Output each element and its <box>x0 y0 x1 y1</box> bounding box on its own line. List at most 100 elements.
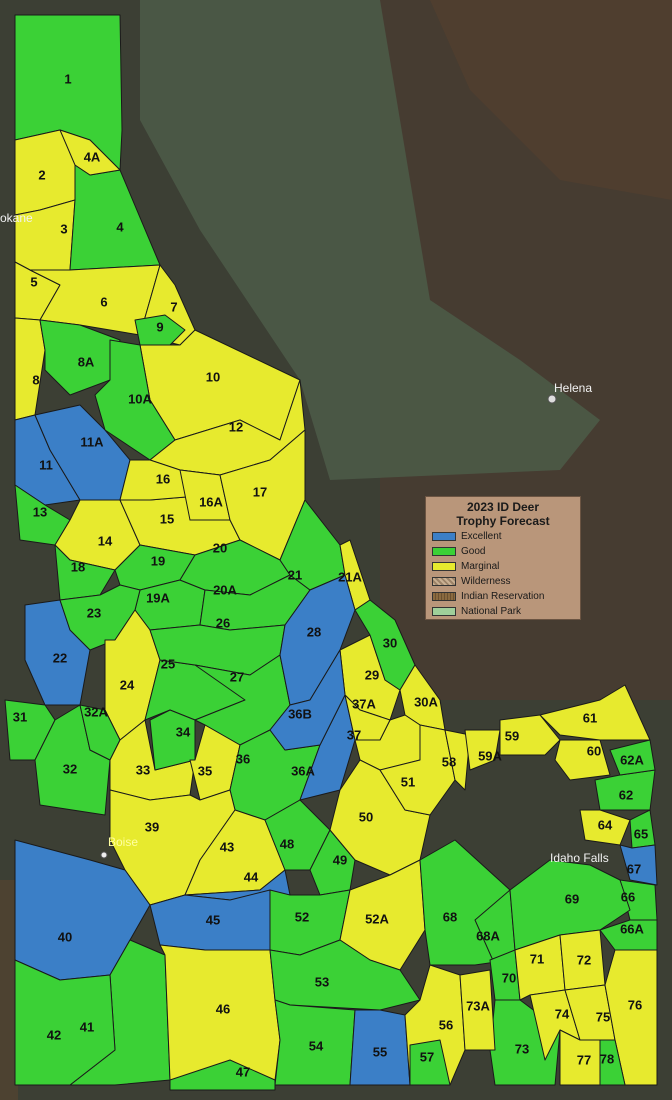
unit-2-label: 2 <box>38 167 45 182</box>
unit-58-label: 58 <box>442 754 456 769</box>
unit-39-label: 39 <box>145 819 159 834</box>
unit-33-label: 33 <box>136 762 150 777</box>
unit-56-label: 56 <box>439 1017 453 1032</box>
unit-23-label: 23 <box>87 605 101 620</box>
unit-35-label: 35 <box>198 763 212 778</box>
city-boise: Boise <box>108 835 138 849</box>
city-spokane: okane <box>0 211 33 225</box>
unit-11-label: 11 <box>39 457 53 472</box>
unit-70-label: 70 <box>502 970 516 985</box>
legend-label-excellent: Excellent <box>461 530 502 542</box>
unit-1-label: 1 <box>64 71 71 86</box>
unit-26-label: 26 <box>216 615 230 630</box>
unit-16a-label: 16A <box>199 494 223 509</box>
unit-19a-label: 19A <box>146 590 170 605</box>
unit-72-label: 72 <box>577 952 591 967</box>
unit-52a-label: 52A <box>365 911 389 926</box>
unit-60-label: 60 <box>587 743 601 758</box>
unit-68a-label: 68A <box>476 928 500 943</box>
legend-label-marginal: Marginal <box>461 560 500 572</box>
unit-52-label: 52 <box>295 909 309 924</box>
unit-19-label: 19 <box>151 553 165 568</box>
unit-9-label: 9 <box>156 319 163 334</box>
unit-14-label: 14 <box>98 533 113 548</box>
unit-68-label: 68 <box>443 909 457 924</box>
unit-77-label: 77 <box>577 1052 591 1067</box>
unit-29-label: 29 <box>365 667 379 682</box>
unit-34-label: 34 <box>176 724 191 739</box>
unit-16-label: 16 <box>156 471 170 486</box>
unit-74-label: 74 <box>555 1006 570 1021</box>
unit-53-label: 53 <box>315 974 329 989</box>
unit-61-label: 61 <box>583 710 597 725</box>
legend-label-national-park: National Park <box>461 605 522 617</box>
unit-44-label: 44 <box>244 869 259 884</box>
unit-59a-label: 59A <box>478 748 502 763</box>
unit-36b-label: 36B <box>288 706 312 721</box>
unit-51-label: 51 <box>401 774 415 789</box>
legend-item-excellent: Excellent <box>432 529 574 543</box>
unit-73a-label: 73A <box>466 998 490 1013</box>
unit-24-label: 24 <box>120 677 135 692</box>
unit-66-label: 66 <box>621 889 635 904</box>
unit-15-label: 15 <box>160 511 174 526</box>
legend-item-indian-reservation: Indian Reservation <box>432 589 574 603</box>
unit-50-label: 50 <box>359 809 373 824</box>
unit-21-label: 21 <box>288 567 302 582</box>
unit-65-label: 65 <box>634 826 648 841</box>
legend-swatch-indian-reservation <box>432 591 456 601</box>
unit-34-region <box>149 709 196 771</box>
unit-20-label: 20 <box>213 540 227 555</box>
unit-41-label: 41 <box>80 1019 94 1034</box>
unit-32a-label: 32A <box>84 704 108 719</box>
unit-25-label: 25 <box>161 656 175 671</box>
legend-swatch-wilderness <box>432 576 456 586</box>
unit-67-label: 67 <box>627 861 641 876</box>
unit-22-label: 22 <box>53 650 67 665</box>
unit-45-label: 45 <box>206 912 220 927</box>
unit-76-label: 76 <box>628 997 642 1012</box>
unit-46-label: 46 <box>216 1001 230 1016</box>
legend-title-line1: 2023 ID Deer <box>466 500 540 514</box>
unit-43-label: 43 <box>220 839 234 854</box>
unit-31-label: 31 <box>13 709 27 724</box>
unit-55-label: 55 <box>373 1044 387 1059</box>
unit-57-label: 57 <box>420 1049 434 1064</box>
unit-30a-label: 30A <box>414 694 438 709</box>
map-legend: 2023 ID Deer Trophy Forecast Excellent G… <box>425 496 581 620</box>
city-idaho-falls: Idaho Falls <box>550 851 609 865</box>
unit-75-label: 75 <box>596 1009 610 1024</box>
unit-32-label: 32 <box>63 761 77 776</box>
legend-item-good: Good <box>432 544 574 558</box>
unit-4a-label: 4A <box>84 149 101 164</box>
unit-8-label: 8 <box>32 372 39 387</box>
unit-42-label: 42 <box>47 1027 61 1042</box>
unit-8a-label: 8A <box>78 354 95 369</box>
unit-36a-label: 36A <box>291 763 315 778</box>
legend-swatch-marginal <box>432 561 456 571</box>
unit-5-label: 5 <box>30 274 37 289</box>
unit-48-label: 48 <box>280 836 294 851</box>
legend-item-national-park: National Park <box>432 604 574 618</box>
unit-6-label: 6 <box>100 294 107 309</box>
unit-64-label: 64 <box>598 817 613 832</box>
unit-69-label: 69 <box>565 891 579 906</box>
unit-62a-label: 62A <box>620 752 644 767</box>
legend-item-wilderness: Wilderness <box>432 574 574 588</box>
unit-37a-label: 37A <box>352 696 376 711</box>
legend-label-indian-reservation: Indian Reservation <box>461 590 545 602</box>
unit-54-label: 54 <box>309 1038 324 1053</box>
unit-10-label: 10 <box>206 369 220 384</box>
unit-28-label: 28 <box>307 624 321 639</box>
legend-title-line2: Trophy Forecast <box>456 514 550 528</box>
unit-66a-label: 66A <box>620 921 644 936</box>
unit-36-label: 36 <box>236 751 250 766</box>
unit-20a-label: 20A <box>213 582 237 597</box>
unit-49-label: 49 <box>333 852 347 867</box>
legend-label-wilderness: Wilderness <box>461 575 511 587</box>
helena-marker <box>547 394 557 404</box>
unit-37-label: 37 <box>347 727 361 742</box>
legend-label-good: Good <box>461 545 486 557</box>
unit-3-label: 3 <box>60 221 67 236</box>
unit-13-label: 13 <box>33 504 47 519</box>
